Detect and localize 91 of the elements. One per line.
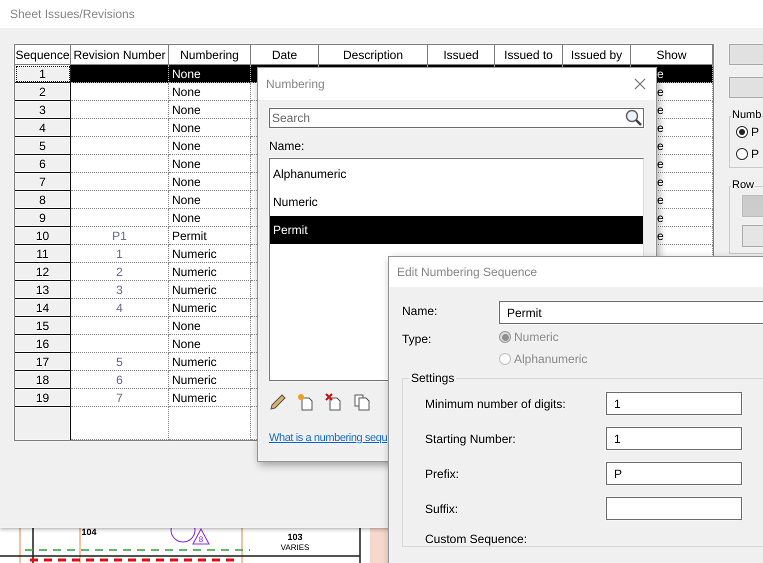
table-cell: Numeric <box>169 389 251 407</box>
row-header[interactable]: 17 <box>15 353 71 371</box>
radio-button[interactable]: P <box>736 147 763 161</box>
table-cell: Numeric <box>169 353 251 371</box>
table-cell: None <box>169 137 251 155</box>
text-field[interactable] <box>606 497 742 520</box>
table-cell: None <box>169 173 251 191</box>
column-header[interactable]: Date <box>251 45 319 65</box>
table-cell: Numeric <box>169 281 251 299</box>
row-header[interactable]: 15 <box>15 317 71 335</box>
delete-document-icon[interactable] <box>325 393 343 411</box>
search-field[interactable]: Search <box>269 108 644 128</box>
tag-label: 104 <box>81 527 97 537</box>
table-cell: Numeric <box>169 263 251 281</box>
row-header[interactable]: 13 <box>15 281 71 299</box>
field-label: Name: <box>269 139 306 153</box>
row-header[interactable]: 5 <box>15 137 71 155</box>
row-header[interactable]: 16 <box>15 335 71 353</box>
copy-icon[interactable] <box>353 393 371 411</box>
table-cell: None <box>169 335 251 353</box>
table-cell: None <box>169 155 251 173</box>
table-cell: Numeric <box>169 245 251 263</box>
row-header[interactable]: 2 <box>15 83 71 101</box>
row-header <box>15 407 71 440</box>
column-header[interactable]: Numbering <box>169 45 251 65</box>
table-cell: Numeric <box>169 371 251 389</box>
text-field[interactable]: P <box>606 462 742 485</box>
table-cell: Numeric <box>169 299 251 317</box>
table-cell: 1 <box>71 245 169 263</box>
row-header[interactable]: 3 <box>15 101 71 119</box>
tag-label: VARIES <box>280 543 310 552</box>
window-title: Sheet Issues/Revisions <box>10 7 135 21</box>
search-icon[interactable] <box>625 109 642 126</box>
table-cell: None <box>169 317 251 335</box>
field-label: Prefix: <box>425 466 460 480</box>
row-header[interactable]: 6 <box>15 155 71 173</box>
field-label: Name: <box>402 303 438 318</box>
tag-label: 103 <box>287 532 303 542</box>
table-cell: None <box>169 83 251 101</box>
radio-button[interactable]: P <box>736 125 763 139</box>
text-field[interactable]: 1 <box>606 427 742 450</box>
row-header[interactable]: 1 <box>15 65 71 83</box>
group-label: Row <box>731 179 756 191</box>
table-cell: Permit <box>169 227 251 245</box>
column-header[interactable]: Description <box>319 45 428 65</box>
row-header[interactable]: 8 <box>15 191 71 209</box>
column-header[interactable]: Issued by <box>563 45 631 65</box>
triangle-marker <box>192 528 210 544</box>
row-header[interactable]: 9 <box>15 209 71 227</box>
field-label: Minimum number of digits: <box>425 396 567 410</box>
list-item[interactable]: Permit <box>270 216 643 244</box>
table-cell: None <box>169 101 251 119</box>
dialog-title: Edit Numbering Sequence <box>397 265 538 279</box>
column-header[interactable]: Show <box>631 45 713 65</box>
group-label: Settings <box>409 371 456 385</box>
table-cell: 6 <box>71 371 169 389</box>
table-cell: 7 <box>71 389 169 407</box>
row-header[interactable]: 11 <box>15 245 71 263</box>
column-header[interactable]: Sequence <box>15 45 71 65</box>
table-cell: None <box>169 191 251 209</box>
new-document-icon[interactable] <box>297 393 315 411</box>
table-cell: P1 <box>71 227 169 245</box>
table-cell: None <box>169 65 251 83</box>
row-header[interactable]: 4 <box>15 119 71 137</box>
field-label: Starting Number: <box>425 432 517 446</box>
dialog-title: Numbering <box>266 77 325 91</box>
help-link[interactable]: What is a numbering sequ <box>269 432 388 444</box>
row-header[interactable]: 10 <box>15 227 71 245</box>
column-header[interactable]: Revision Number <box>71 45 169 65</box>
table-cell: None <box>169 119 251 137</box>
row-header[interactable]: 18 <box>15 371 71 389</box>
tag-label: 8 <box>198 535 204 544</box>
row-header[interactable]: 14 <box>15 299 71 317</box>
text-field[interactable]: 1 <box>606 392 742 415</box>
table-cell: None <box>169 209 251 227</box>
field-label: Custom Sequence: <box>425 532 528 546</box>
column-header[interactable]: Issued to <box>495 45 563 65</box>
column-header[interactable]: Issued <box>428 45 495 65</box>
table-cell: 2 <box>71 263 169 281</box>
table-cell: 3 <box>71 281 169 299</box>
row-header[interactable]: 12 <box>15 263 71 281</box>
field-label: Suffix: <box>425 502 460 516</box>
table-cell: 5 <box>71 353 169 371</box>
group-label: Numb <box>731 109 762 121</box>
row-header[interactable]: 7 <box>15 173 71 191</box>
table-cell: 4 <box>71 299 169 317</box>
pencil-icon[interactable] <box>269 393 287 411</box>
field-label: Type: <box>402 331 432 346</box>
close-icon[interactable] <box>634 78 646 90</box>
name-field[interactable]: Permit <box>499 301 763 324</box>
row-header[interactable]: 19 <box>15 389 71 407</box>
